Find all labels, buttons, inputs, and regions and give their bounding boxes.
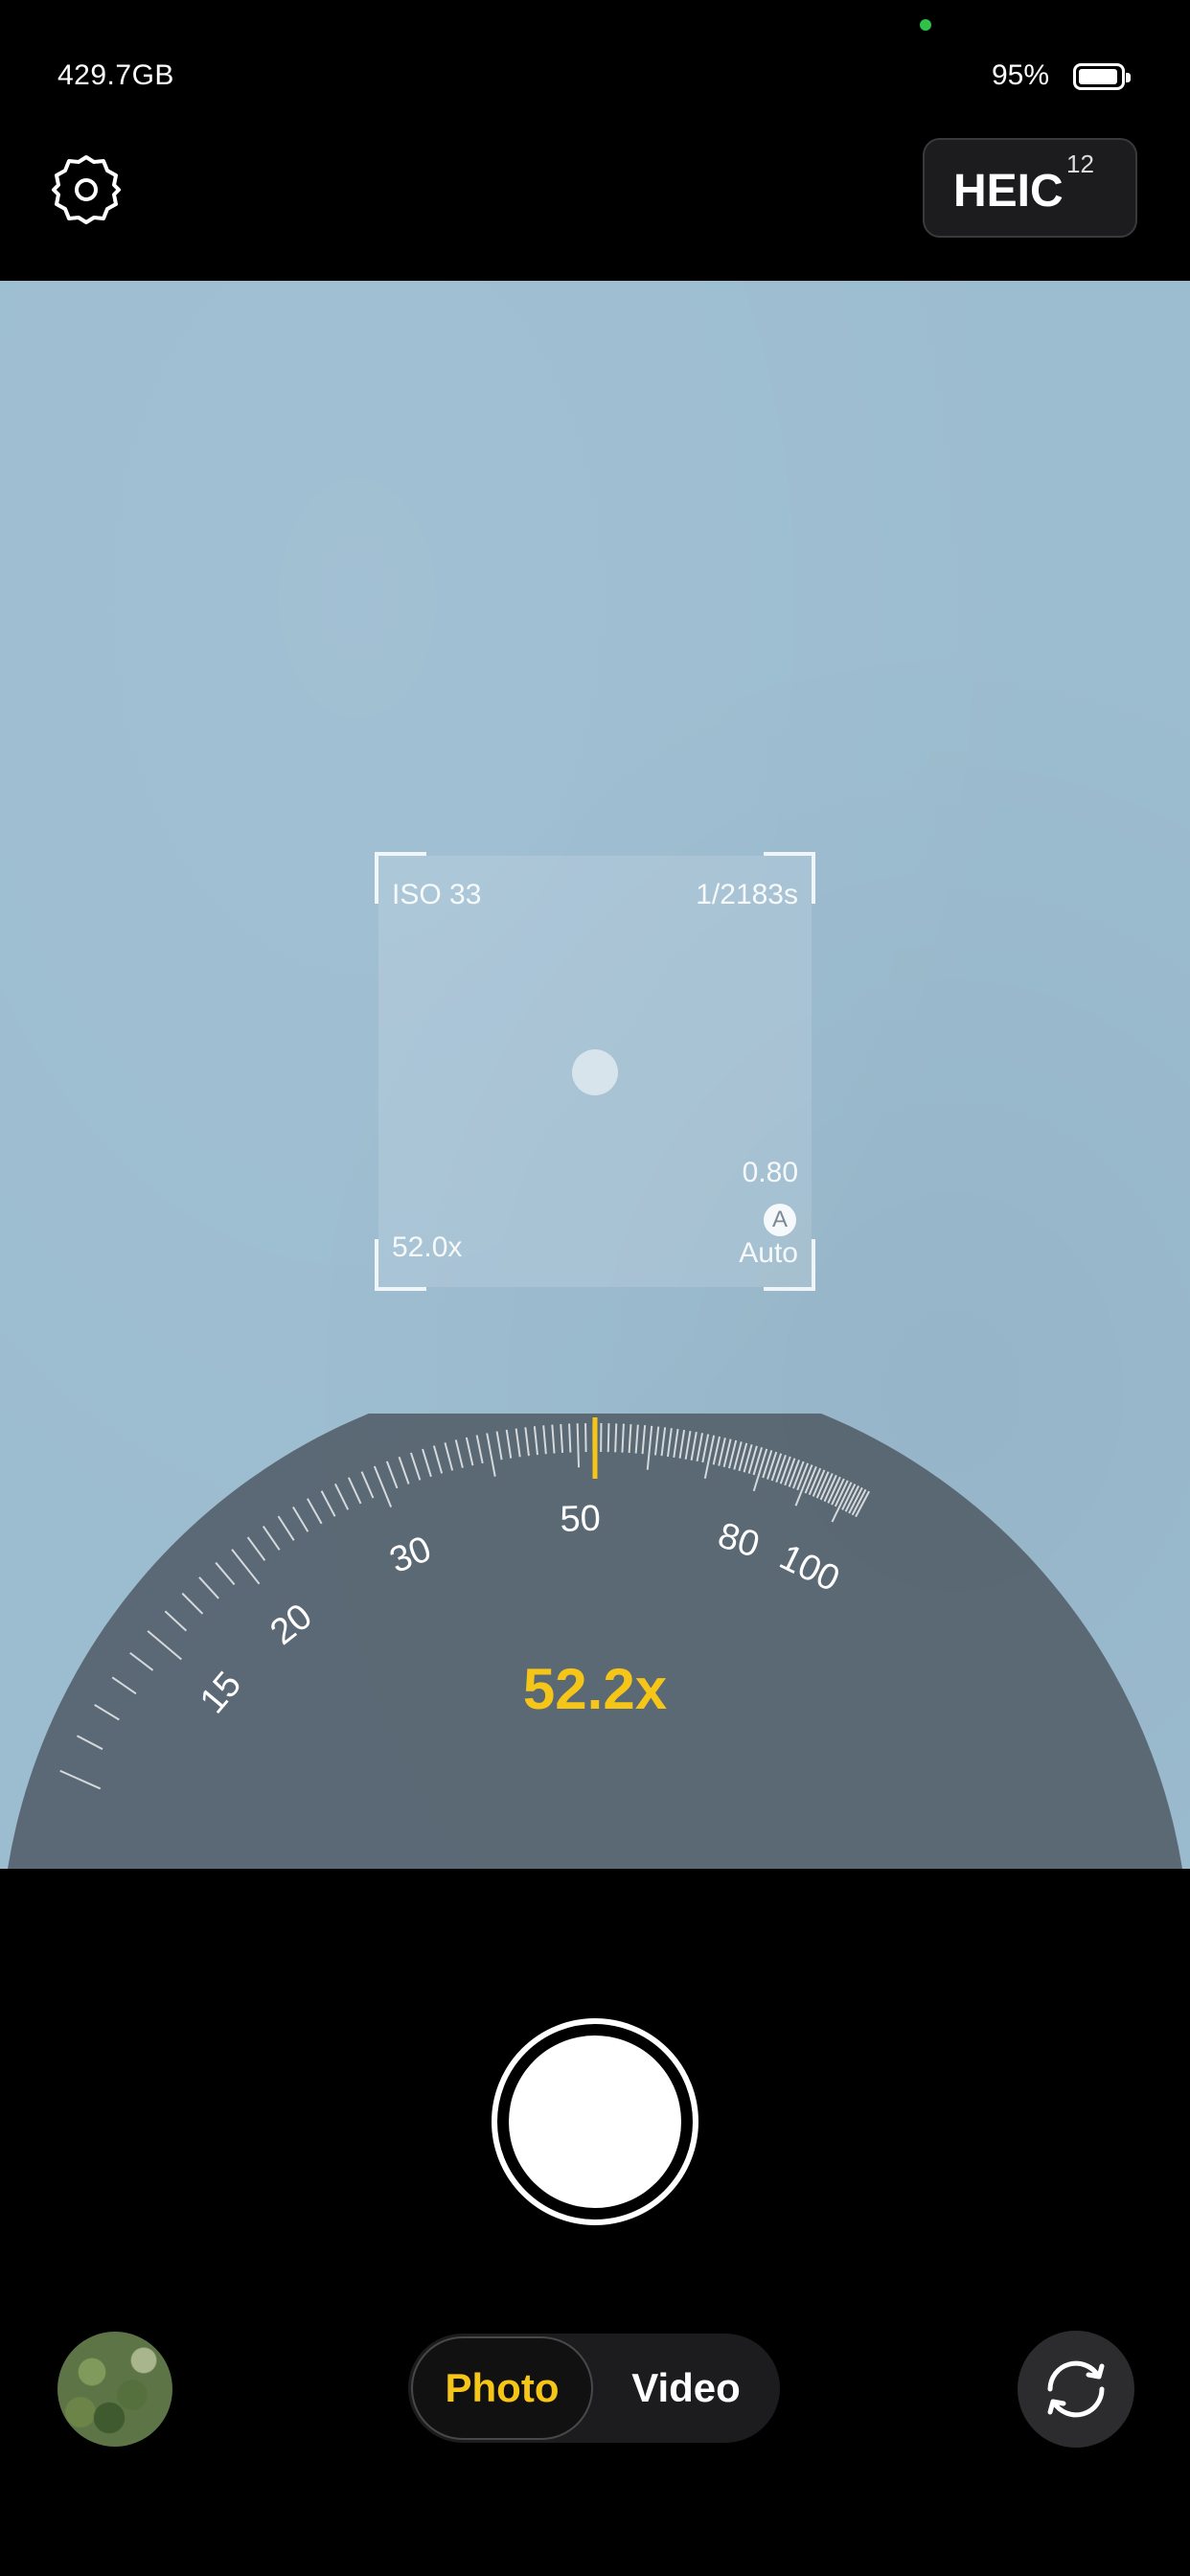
focus-point [572, 1049, 618, 1095]
exposure-value: 0.80 [742, 1157, 798, 1188]
dial-tick [568, 1423, 572, 1453]
storage-remaining: 429.7GB [57, 59, 174, 91]
format-label: HEIC [953, 166, 1064, 217]
camera-flip-icon [1047, 2360, 1105, 2418]
shutter-speed-value: 1/2183s [696, 879, 798, 910]
battery-percent: 95% [992, 59, 1050, 91]
dial-tick [606, 1423, 610, 1453]
mode-photo[interactable]: Photo [411, 2336, 593, 2440]
format-button[interactable]: HEIC 12 [923, 138, 1137, 238]
zoom-readout: 52.2x [522, 1657, 668, 1721]
focus-box[interactable]: ISO 33 1/2183s 0.80 A 52.0x Auto [375, 852, 815, 1291]
flip-camera-button[interactable] [1018, 2331, 1134, 2448]
focus-zoom-value: 52.0x [392, 1231, 463, 1263]
iso-value: ISO 33 [392, 879, 482, 910]
dial-tick [614, 1423, 618, 1453]
auto-badge[interactable]: A [764, 1204, 796, 1236]
gear-icon[interactable] [50, 153, 123, 226]
mode-video[interactable]: Video [596, 2336, 776, 2440]
zoom-dial[interactable]: 15203050 80 100 [0, 1414, 1190, 1869]
camera-in-use-indicator [920, 19, 931, 31]
mode-switcher: Photo Video [408, 2334, 780, 2443]
dial-tick-label: 50 [560, 1499, 602, 1540]
dial-tick [576, 1423, 581, 1468]
white-balance-value: Auto [739, 1237, 798, 1269]
shutter-inner [509, 2036, 681, 2208]
battery-icon [1073, 63, 1131, 90]
shutter-button[interactable] [492, 2018, 698, 2225]
last-photo-thumbnail[interactable] [57, 2332, 172, 2447]
format-count: 12 [1066, 150, 1094, 178]
